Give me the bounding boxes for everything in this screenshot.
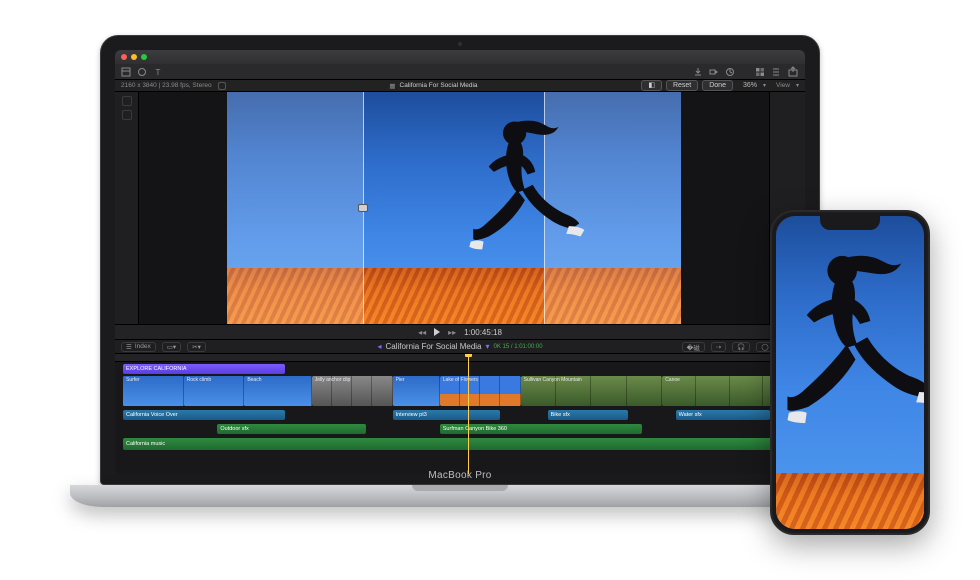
background-tasks-icon[interactable]: [725, 67, 735, 77]
library-icon[interactable]: [121, 67, 131, 77]
inspector-icon[interactable]: [771, 67, 781, 77]
timeline-toolbar: ☰Index ▭▾ ✂▾ ◂ California For Social Med…: [115, 340, 805, 354]
macbook-screen-bezel: T: [100, 35, 820, 485]
zoom-percent[interactable]: 36%: [743, 82, 757, 89]
video-clip[interactable]: Beach: [244, 376, 311, 406]
snapping-icon[interactable]: �磁: [682, 342, 705, 352]
index-button[interactable]: ☰Index: [121, 342, 156, 352]
next-edit-icon[interactable]: ▸▸: [448, 328, 456, 337]
clip-specs: 2160 x 3840 | 23.98 fps, Stereo: [121, 82, 212, 89]
viewer-area: [115, 92, 805, 324]
maximize-icon[interactable]: [141, 54, 147, 60]
timeline-tracks: EXPLORE CALIFORNIA SurferRock climbBeach…: [115, 362, 805, 474]
audio-clip[interactable]: Outdoor sfx: [217, 424, 365, 434]
title-track: EXPLORE CALIFORNIA: [123, 364, 797, 374]
video-clip[interactable]: Lake of Flowers: [440, 376, 521, 406]
video-clip[interactable]: Jelly anchor clip: [312, 376, 393, 406]
iphone-notch: [820, 216, 880, 230]
crop-mask-left: [227, 92, 363, 324]
timeline-ruler[interactable]: [115, 354, 805, 362]
chevron-down-icon[interactable]: ▾: [796, 82, 799, 89]
prev-edit-icon[interactable]: ◂◂: [418, 328, 426, 337]
macbook-hinge-notch: [412, 485, 508, 491]
close-icon[interactable]: [121, 54, 127, 60]
hide-browser-icon[interactable]: [122, 96, 132, 106]
video-clip[interactable]: Rock climb: [184, 376, 245, 406]
timeline-project-name: California For Social Media: [385, 342, 481, 351]
connected-audio-track-b: Outdoor sfx Surfman Canyon Bike 360: [123, 424, 797, 436]
video-editor-window: T: [115, 50, 805, 474]
playhead[interactable]: [468, 354, 469, 474]
project-title: California For Social Media: [400, 82, 478, 89]
settings-icon[interactable]: [218, 82, 226, 90]
audio-clip[interactable]: Surfman Canyon Bike 360: [440, 424, 642, 434]
audio-clip[interactable]: Interview pt3: [393, 410, 501, 420]
video-clip[interactable]: Sullivan Canyon Mountain: [521, 376, 663, 406]
share-icon[interactable]: [787, 66, 799, 77]
view-menu[interactable]: View: [776, 82, 790, 89]
titles-icon[interactable]: T: [153, 67, 163, 77]
browser-sidebar: [115, 92, 139, 324]
video-clip[interactable]: Surfer: [123, 376, 184, 406]
iphone-device: [770, 210, 930, 535]
transport-bar: ◂◂ ▸▸ 1:00:45:18: [115, 324, 805, 340]
select-tool[interactable]: ▭▾: [162, 342, 181, 352]
reset-button[interactable]: Reset: [666, 80, 698, 91]
color-inspector-icon[interactable]: [755, 67, 765, 77]
clip-appearance-icon[interactable]: [122, 110, 132, 120]
duration-readout: 0K 15 / 1:01:00:00: [494, 344, 543, 350]
camera-dot: [458, 42, 462, 46]
timeline[interactable]: EXPLORE CALIFORNIA SurferRock climbBeach…: [115, 354, 805, 474]
audio-clip[interactable]: Water sfx: [676, 410, 770, 420]
macbook-base: MacBook Pro: [70, 485, 850, 507]
skimming-icon[interactable]: ⇢: [711, 342, 726, 352]
music-track: California music: [123, 438, 797, 452]
chevron-down-icon[interactable]: ▾: [486, 342, 490, 351]
audio-clip[interactable]: Bike sfx: [548, 410, 629, 420]
audio-skim-icon[interactable]: 🎧: [732, 342, 750, 352]
film-icon: ▦: [389, 82, 395, 90]
viewer-canvas[interactable]: [139, 92, 769, 324]
trim-tool[interactable]: ✂▾: [187, 342, 206, 352]
tools-keyword-icon[interactable]: [709, 67, 719, 77]
window-titlebar[interactable]: [115, 50, 805, 64]
runner-figure: [783, 247, 924, 504]
crop-tool-indicator[interactable]: ◧: [641, 80, 662, 91]
audio-clip[interactable]: California Voice Over: [123, 410, 285, 420]
primary-storyline: SurferRock climbBeachJelly anchor clipPi…: [123, 376, 797, 408]
runner-figure: [418, 115, 627, 296]
iphone-screen: [776, 216, 924, 529]
import-icon[interactable]: [693, 67, 703, 77]
video-clip[interactable]: Pier: [393, 376, 440, 406]
video-frame: [227, 92, 681, 324]
svg-text:T: T: [156, 68, 161, 77]
crop-handle-left[interactable]: [358, 204, 368, 212]
done-button[interactable]: Done: [702, 80, 733, 91]
timecode-display: 1:00:45:18: [464, 328, 502, 337]
chevron-down-icon[interactable]: ▾: [763, 82, 766, 89]
main-toolbar: T: [115, 64, 805, 80]
music-clip[interactable]: California music: [123, 438, 797, 450]
macbook-device: T: [100, 35, 820, 507]
minimize-icon[interactable]: [131, 54, 137, 60]
photos-icon[interactable]: [137, 67, 147, 77]
device-label: MacBook Pro: [428, 470, 491, 481]
chevron-left-icon[interactable]: ◂: [377, 342, 381, 351]
info-bar: 2160 x 3840 | 23.98 fps, Stereo ▦ Califo…: [115, 80, 805, 92]
connected-audio-track-a: California Voice Over Interview pt3 Bike s…: [123, 410, 797, 422]
title-clip[interactable]: EXPLORE CALIFORNIA: [123, 364, 285, 374]
play-button[interactable]: [434, 328, 440, 336]
